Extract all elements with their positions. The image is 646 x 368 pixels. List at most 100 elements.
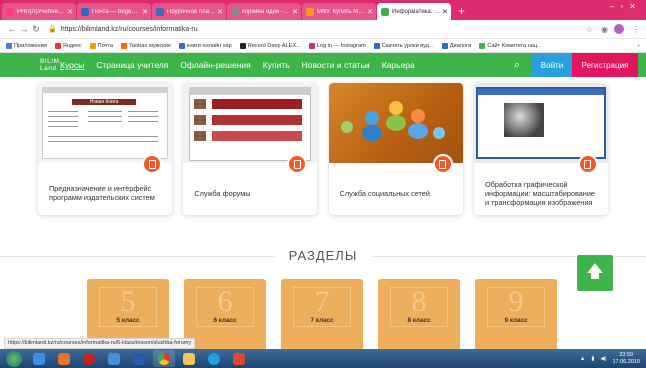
system-tray: ▲ ▮ ◀) 23:59 17.06.2019 <box>580 352 640 365</box>
grade-card[interactable]: 77 класс <box>281 279 363 349</box>
mail-icon <box>89 42 96 49</box>
bookmark-item[interactable]: книги онлайн хар <box>179 42 232 49</box>
nav-career[interactable]: Карьера <box>382 60 415 70</box>
taskbar-opera-icon[interactable] <box>78 350 100 367</box>
new-tab-button[interactable]: + <box>458 3 465 20</box>
lesson-thumbnail <box>473 83 608 163</box>
close-icon[interactable]: ✕ <box>67 8 73 16</box>
address-bar-row: ← → ↻ 🔒 https://bilimland.kz/ru/courses/… <box>0 20 646 39</box>
show-hidden-icons-icon[interactable]: ▲ <box>580 356 585 362</box>
scroll-to-top-button[interactable]: 🡅 <box>577 255 613 291</box>
bookmark-item[interactable]: Диалоги <box>441 42 471 49</box>
trash-icon <box>432 154 453 174</box>
trash-icon <box>577 154 598 174</box>
lesson-title: Предназначение и интерфейс программ изда… <box>49 184 155 202</box>
close-icon[interactable]: ✕ <box>142 8 148 16</box>
lesson-thumbnail: Новая Книга <box>38 83 172 163</box>
browser-tab-active[interactable]: Информатика: уроки и✕ <box>377 3 451 20</box>
nav-teacher-page[interactable]: Страница учителя <box>96 60 168 70</box>
browser-tab[interactable]: РНП(Л)Учебник - Almu✕ <box>2 3 76 20</box>
bookmark-item[interactable]: Приложения <box>6 42 47 49</box>
tab-favicon-icon <box>381 7 389 16</box>
globe-icon <box>479 42 486 49</box>
taskbar-firefox-icon[interactable] <box>53 350 75 367</box>
browser-tab[interactable]: Поурочное планирова✕ <box>152 3 226 20</box>
taskbar-word-icon[interactable] <box>128 350 150 367</box>
browser-tab[interactable]: корзина идей - Поиск✕ <box>227 3 301 20</box>
star-icon[interactable]: ☆ <box>586 25 593 34</box>
bookmark-item[interactable]: Taobao мужские <box>121 42 171 49</box>
lesson-title: Служба социальных сетей <box>339 188 430 198</box>
lesson-card[interactable]: Служба форумы <box>183 83 318 215</box>
chat-icon <box>441 42 448 49</box>
tab-favicon-icon <box>306 7 314 16</box>
record-icon <box>239 42 246 49</box>
url-text: https://bilimland.kz/ru/courses/informat… <box>60 25 198 33</box>
bookmark-item[interactable]: Скачать уроки вуд... <box>373 42 434 49</box>
grade-card[interactable]: 99 класс <box>475 279 557 349</box>
download-icon <box>373 42 380 49</box>
taskbar-ie-icon[interactable] <box>28 350 50 367</box>
nav-buy[interactable]: Купить <box>263 60 290 70</box>
close-icon[interactable]: ✕ <box>442 8 448 16</box>
lesson-card[interactable]: Обработка графической информации: масшта… <box>473 83 608 215</box>
bookmark-item[interactable]: Яндекс <box>54 42 82 49</box>
login-button[interactable]: Войти <box>532 53 572 77</box>
url-field[interactable]: 🔒 https://bilimland.kz/ru/courses/inform… <box>48 22 572 36</box>
lesson-card[interactable]: Служба социальных сетей <box>328 83 463 215</box>
avatar[interactable] <box>614 24 624 34</box>
menu-icon[interactable]: ⋮ <box>632 25 640 34</box>
browser-tab[interactable]: МФУ. Купить МФУ (вкл✕ <box>302 3 376 20</box>
close-icon[interactable]: ✕ <box>367 8 373 16</box>
taskbar-media-icon[interactable] <box>228 350 250 367</box>
lesson-title: Обработка графической информации: масшта… <box>484 179 595 207</box>
site-logo[interactable]: BILIM Land <box>0 58 60 72</box>
nav-offline[interactable]: Офлайн-решения <box>180 60 250 70</box>
site-header: BILIM Land Курсы Страница учителя Офлайн… <box>0 53 646 77</box>
network-icon[interactable]: ▮ <box>591 356 594 362</box>
window-controls[interactable]: –▫✕ <box>610 2 642 11</box>
trash-icon <box>287 154 308 174</box>
taskbar-chrome-icon[interactable] <box>153 350 175 367</box>
browser-tab[interactable]: Почта — begezhayeva✕ <box>77 3 151 20</box>
reload-icon[interactable]: ↻ <box>30 24 42 35</box>
book-icon <box>179 42 185 49</box>
lesson-title: Служба форумы <box>194 188 251 198</box>
bookmark-item[interactable]: Почта <box>89 42 113 49</box>
lock-icon: 🔒 <box>48 26 57 33</box>
nav-news[interactable]: Новости и статьи <box>302 60 370 70</box>
start-button[interactable] <box>6 350 22 367</box>
lesson-card[interactable]: Новая Книга Предназначение и интерфейс п… <box>38 83 172 215</box>
link-status-bar: https://bilimland.kz/ru/courses/informat… <box>4 338 196 349</box>
sections-header: РАЗДЕЛЫ <box>0 245 646 267</box>
tab-favicon-icon <box>156 7 164 16</box>
grade-card[interactable]: 88 класс <box>378 279 460 349</box>
lesson-cards: Новая Книга Предназначение и интерфейс п… <box>38 83 608 215</box>
bookmark-item[interactable]: Сайт Комитета нац... <box>479 42 542 49</box>
forward-arrow-icon[interactable]: → <box>18 24 30 34</box>
register-button[interactable]: Регистрация <box>572 53 638 77</box>
taskbar-paint-icon[interactable] <box>103 350 125 367</box>
volume-icon[interactable]: ◀) <box>600 356 606 362</box>
taskbar-folder-icon[interactable] <box>178 350 200 367</box>
lesson-thumbnail <box>183 83 318 163</box>
main-nav: Курсы Страница учителя Офлайн-решения Ку… <box>60 60 427 70</box>
bookmark-item[interactable]: Log in — Instagram <box>308 42 366 49</box>
sections-title: РАЗДЕЛЫ <box>288 248 358 263</box>
bookmarks-overflow-icon[interactable]: » <box>637 43 640 49</box>
apps-icon <box>6 42 12 49</box>
lesson-thumbnail <box>328 83 463 163</box>
clock[interactable]: 23:59 17.06.2019 <box>612 352 640 365</box>
extension-icon[interactable]: ◉ <box>601 25 608 34</box>
bookmarks-bar: Приложения Яндекс Почта Taobao мужские к… <box>0 39 646 53</box>
taskbar-skype-icon[interactable] <box>203 350 225 367</box>
grade-card[interactable]: 66 класс <box>184 279 266 349</box>
close-icon[interactable]: ✕ <box>292 8 298 16</box>
taskbar: ▲ ▮ ◀) 23:59 17.06.2019 <box>0 349 646 368</box>
nav-courses[interactable]: Курсы <box>60 60 84 70</box>
close-icon[interactable]: ✕ <box>217 8 223 16</box>
bookmark-item[interactable]: Record Deep ALEX... <box>239 42 301 49</box>
taobao-icon <box>121 42 128 49</box>
back-arrow-icon[interactable]: ← <box>6 24 18 34</box>
search-icon[interactable]: ⌕ <box>514 59 520 72</box>
